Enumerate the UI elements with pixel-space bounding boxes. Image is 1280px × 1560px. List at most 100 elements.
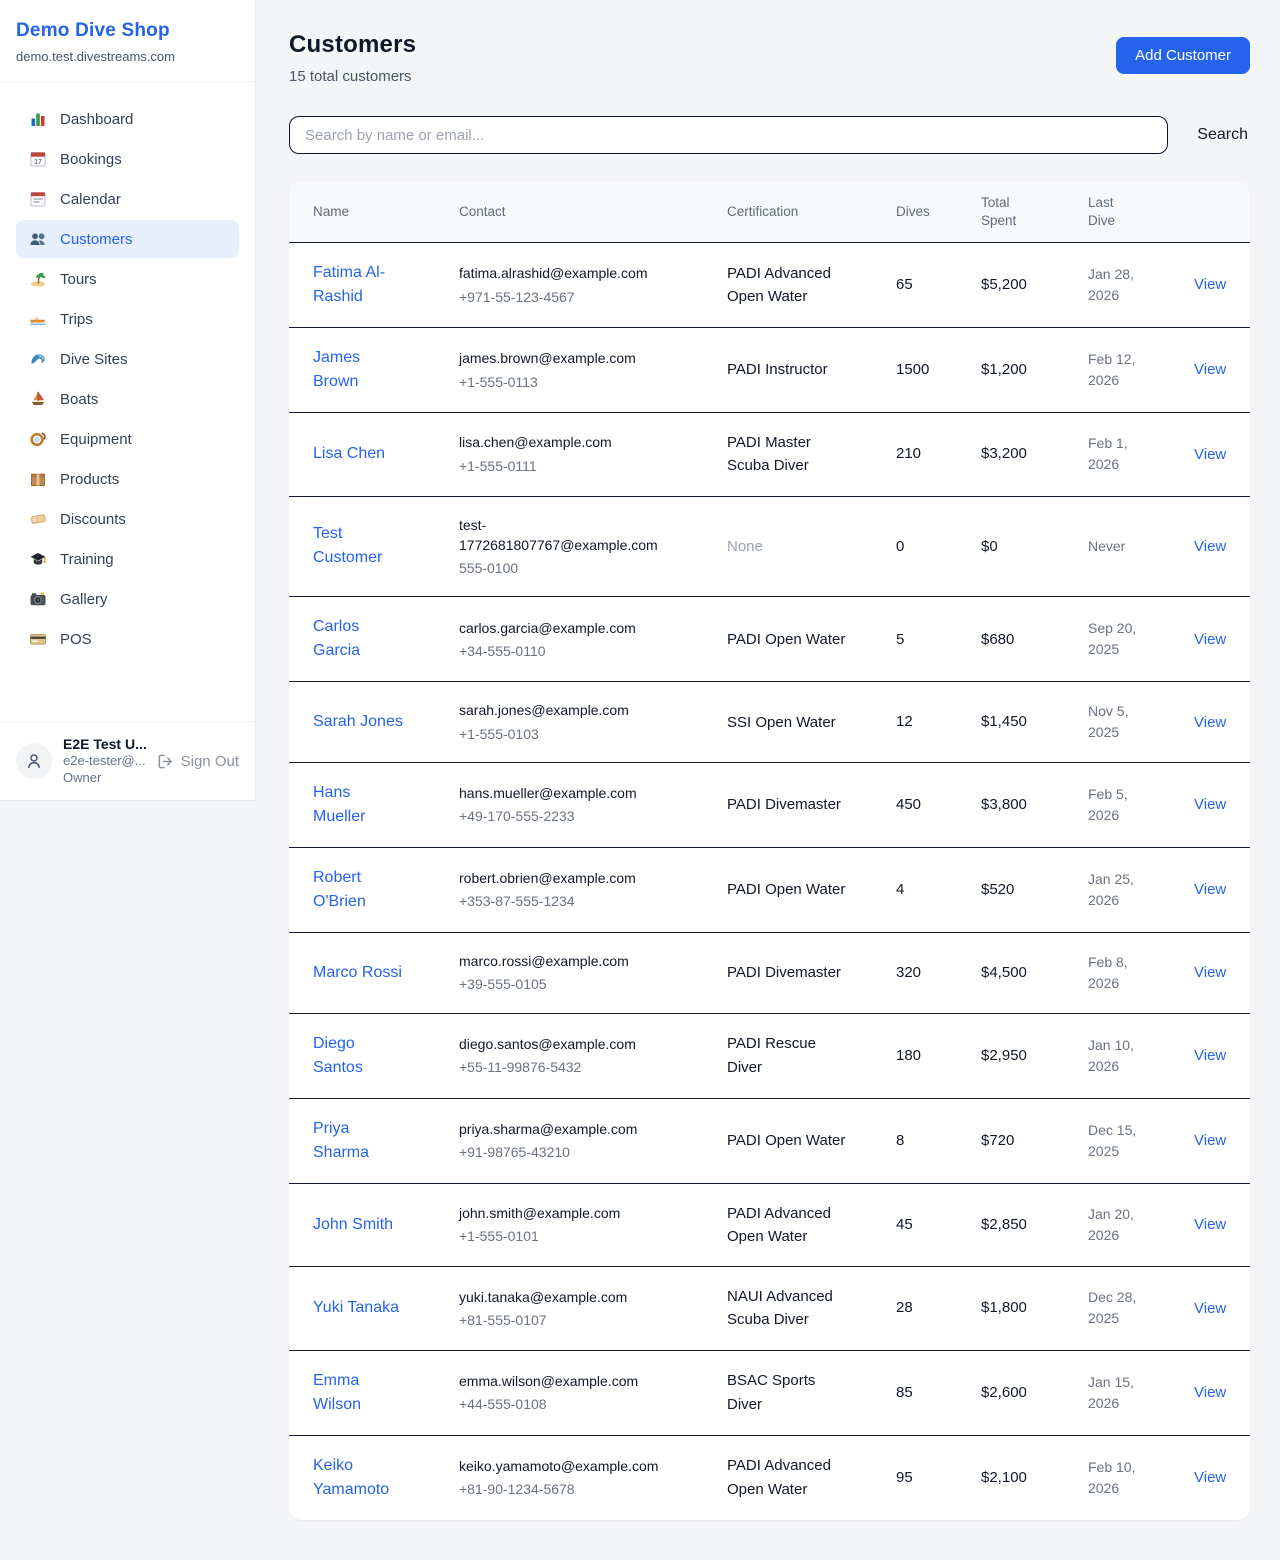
contact-cell: hans.mueller@example.com+49-170-555-2233 xyxy=(459,765,727,845)
customer-name-link[interactable]: Fatima Al-Rashid xyxy=(313,261,406,309)
view-customer-link[interactable]: View xyxy=(1194,881,1226,898)
contact-cell: robert.obrien@example.com+353-87-555-123… xyxy=(459,850,727,930)
customer-dives: 45 xyxy=(896,1214,971,1236)
name-cell: Sarah Jones xyxy=(313,692,459,752)
customer-email: marco.rossi@example.com xyxy=(459,951,659,971)
total-spent-cell: $2,100 xyxy=(981,1449,1088,1507)
sidebar-item-gallery[interactable]: Gallery xyxy=(16,580,239,618)
view-cell: View xyxy=(1194,1026,1236,1085)
total-spent-cell: $680 xyxy=(981,611,1088,669)
customer-email: john.smith@example.com xyxy=(459,1203,659,1223)
customer-total-spent: $1,450 xyxy=(981,711,1078,733)
view-customer-link[interactable]: View xyxy=(1194,361,1226,378)
sidebar-item-products[interactable]: Products xyxy=(16,460,239,498)
customer-last-dive: Never xyxy=(1088,536,1146,557)
sidebar-item-tours[interactable]: Tours xyxy=(16,260,239,298)
sidebar-item-customers[interactable]: Customers xyxy=(16,220,239,258)
view-customer-link[interactable]: View xyxy=(1194,1469,1226,1486)
column-header-contact: Contact xyxy=(459,193,727,231)
customer-total-spent: $0 xyxy=(981,536,1078,558)
customer-name-link[interactable]: Sarah Jones xyxy=(313,710,403,734)
customer-name-link[interactable]: Robert O'Brien xyxy=(313,866,406,914)
customer-name-link[interactable]: Diego Santos xyxy=(313,1032,406,1080)
sign-out-button[interactable]: Sign Out xyxy=(157,753,239,770)
certification-cell: PADI Open Water xyxy=(727,610,896,669)
customer-name-link[interactable]: John Smith xyxy=(313,1213,393,1237)
contact-cell: emma.wilson@example.com+44-555-0108 xyxy=(459,1353,727,1433)
last-dive-cell: Feb 12, 2026 xyxy=(1088,331,1194,409)
sidebar-item-bookings[interactable]: 17Bookings xyxy=(16,140,239,178)
view-customer-link[interactable]: View xyxy=(1194,964,1226,981)
view-customer-link[interactable]: View xyxy=(1194,1300,1226,1317)
sidebar-item-dive-sites[interactable]: Dive Sites xyxy=(16,340,239,378)
view-customer-link[interactable]: View xyxy=(1194,714,1226,731)
dives-cell: 5 xyxy=(896,611,981,669)
view-customer-link[interactable]: View xyxy=(1194,538,1226,555)
customer-name-link[interactable]: Priya Sharma xyxy=(313,1117,406,1165)
customer-name-link[interactable]: Emma Wilson xyxy=(313,1369,406,1417)
customer-phone: +353-87-555-1234 xyxy=(459,891,717,911)
search-input[interactable] xyxy=(289,116,1168,154)
view-customer-link[interactable]: View xyxy=(1194,1216,1226,1233)
certification-cell: PADI Divemaster xyxy=(727,943,896,1002)
sidebar-item-discounts[interactable]: Discounts xyxy=(16,500,239,538)
sidebar-item-pos[interactable]: POS xyxy=(16,620,239,658)
last-dive-cell: Feb 5, 2026 xyxy=(1088,766,1194,844)
customers-table: NameContactCertificationDivesTotal Spent… xyxy=(289,181,1250,1520)
dives-cell: 180 xyxy=(896,1027,981,1085)
search-button[interactable]: Search xyxy=(1195,122,1250,148)
sidebar-item-trips[interactable]: Trips xyxy=(16,300,239,338)
person-icon xyxy=(25,752,43,770)
sidebar-item-label: Equipment xyxy=(60,431,132,448)
column-header-last-dive: Last Dive xyxy=(1088,184,1194,239)
last-dive-cell: Jan 20, 2026 xyxy=(1088,1186,1194,1264)
view-customer-link[interactable]: View xyxy=(1194,1384,1226,1401)
sidebar-item-calendar[interactable]: Calendar xyxy=(16,180,239,218)
view-customer-link[interactable]: View xyxy=(1194,796,1226,813)
customer-name-link[interactable]: Test Customer xyxy=(313,522,406,570)
customer-name-link[interactable]: Lisa Chen xyxy=(313,442,385,466)
tag-icon xyxy=(29,510,47,528)
sidebar-item-label: Gallery xyxy=(60,591,108,608)
customer-dives: 320 xyxy=(896,962,971,984)
sign-out-icon xyxy=(157,753,174,770)
name-cell: Carlos Garcia xyxy=(313,597,459,681)
table-row: Lisa Chenlisa.chen@example.com+1-555-011… xyxy=(289,413,1250,497)
view-customer-link[interactable]: View xyxy=(1194,276,1226,293)
certification-cell: PADI Advanced Open Water xyxy=(727,244,896,327)
add-customer-button[interactable]: Add Customer xyxy=(1116,37,1250,74)
customer-total-spent: $3,200 xyxy=(981,443,1078,465)
view-customer-link[interactable]: View xyxy=(1194,446,1226,463)
customer-dives: 65 xyxy=(896,274,971,296)
customer-email: james.brown@example.com xyxy=(459,348,659,368)
sidebar-item-dashboard[interactable]: Dashboard xyxy=(16,100,239,138)
customer-name-link[interactable]: Hans Mueller xyxy=(313,781,406,829)
name-cell: James Brown xyxy=(313,328,459,412)
view-customer-link[interactable]: View xyxy=(1194,631,1226,648)
name-cell: Yuki Tanaka xyxy=(313,1278,459,1338)
view-customer-link[interactable]: View xyxy=(1194,1047,1226,1064)
customer-last-dive: Jan 28, 2026 xyxy=(1088,264,1146,306)
user-role: Owner xyxy=(63,770,146,787)
island-icon xyxy=(29,270,47,288)
view-cell: View xyxy=(1194,340,1236,399)
sidebar-item-boats[interactable]: Boats xyxy=(16,380,239,418)
total-spent-cell: $3,800 xyxy=(981,776,1088,834)
view-customer-link[interactable]: View xyxy=(1194,1132,1226,1149)
sailboat-icon xyxy=(29,390,47,408)
customer-total-spent: $2,850 xyxy=(981,1214,1078,1236)
customer-name-link[interactable]: Carlos Garcia xyxy=(313,615,406,663)
last-dive-cell: Feb 10, 2026 xyxy=(1088,1439,1194,1517)
customer-total-spent: $3,800 xyxy=(981,794,1078,816)
sidebar-item-training[interactable]: Training xyxy=(16,540,239,578)
customer-name-link[interactable]: Yuki Tanaka xyxy=(313,1296,399,1320)
sidebar-item-equipment[interactable]: Equipment xyxy=(16,420,239,458)
customer-email: hans.mueller@example.com xyxy=(459,783,659,803)
customer-name-link[interactable]: Marco Rossi xyxy=(313,961,402,985)
customer-name-link[interactable]: Keiko Yamamoto xyxy=(313,1454,406,1502)
customer-name-link[interactable]: James Brown xyxy=(313,346,406,394)
customer-dives: 12 xyxy=(896,711,971,733)
customer-certification: PADI Advanced Open Water xyxy=(727,1454,847,1501)
shop-domain: demo.test.divestreams.com xyxy=(16,49,239,64)
customer-email: test-1772681807767@example.com xyxy=(459,515,659,556)
